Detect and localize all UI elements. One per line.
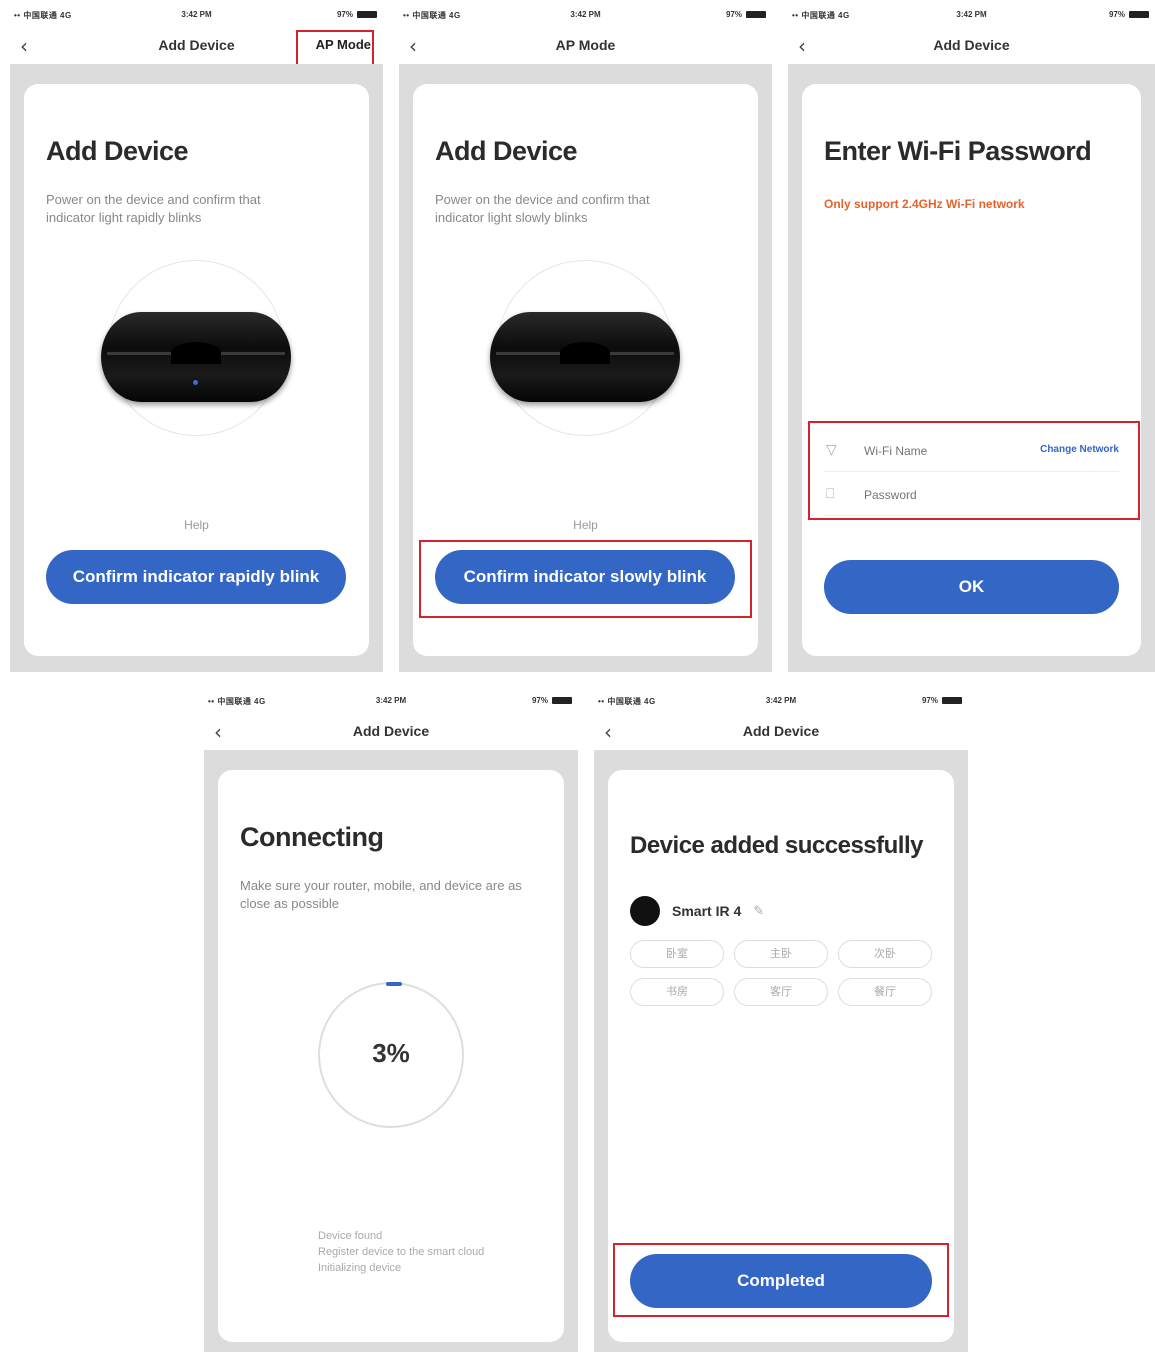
content-background: Add Device Power on the device and confi… (10, 64, 383, 672)
battery-icon (357, 11, 377, 18)
time-label: 3:42 PM (956, 10, 987, 19)
battery-indicator: 97% (337, 10, 377, 19)
status-bar: •• 中国联通 4G 3:42 PM 97% (204, 692, 578, 712)
confirm-rapid-blink-button[interactable]: Confirm indicator rapidly blink (46, 550, 346, 604)
step-item: Initializing device (318, 1262, 402, 1274)
page-title: Connecting (240, 822, 384, 852)
nav-bar: ‹ AP Mode (399, 28, 772, 64)
room-chip[interactable]: 主卧 (734, 940, 828, 968)
page-title: Add Device (435, 136, 578, 166)
screen-device-added: •• 中国联通 4G 3:42 PM 97% ‹ Add Device Devi… (594, 686, 968, 1352)
room-chip[interactable]: 客厅 (734, 978, 828, 1006)
progress-steps: Device found Register device to the smar… (318, 1228, 484, 1276)
screen-add-device-rapid: •• 中国联通 4G 3:42 PM 97% ‹ Add Device AP M… (10, 0, 383, 672)
device-avatar (630, 896, 660, 926)
status-bar: •• 中国联通 4G 3:42 PM 97% (399, 6, 772, 26)
time-label: 3:42 PM (765, 696, 797, 705)
battery-indicator: 97% (1109, 10, 1149, 19)
highlight-box (808, 421, 1140, 520)
highlight-box (613, 1243, 949, 1317)
time-label: 3:42 PM (375, 696, 407, 705)
nav-title: AP Mode (555, 37, 616, 53)
battery-label: 97% (531, 696, 548, 705)
nav-bar: ‹ Add Device (204, 714, 578, 750)
room-selector: 卧室 主卧 次卧 书房 客厅 餐厅 (630, 940, 932, 1006)
battery-icon (746, 11, 766, 18)
battery-label: 97% (921, 696, 938, 705)
status-bar: •• 中国联通 4G 3:42 PM 97% (10, 6, 383, 26)
page-title: Enter Wi-Fi Password (824, 136, 1092, 166)
screen-connecting: •• 中国联通 4G 3:42 PM 97% ‹ Add Device Conn… (204, 686, 578, 1352)
status-bar: •• 中国联通 4G 3:42 PM 97% (594, 692, 968, 712)
room-chip[interactable]: 餐厅 (838, 978, 932, 1006)
battery-label: 97% (336, 10, 353, 19)
content-card: Add Device Power on the device and confi… (24, 84, 369, 656)
wifi-warning-text: Only support 2.4GHz Wi-Fi network (824, 197, 1025, 211)
instruction-text: Power on the device and confirm that ind… (46, 192, 261, 225)
battery-indicator: 97% (922, 696, 962, 705)
nav-title: Add Device (933, 37, 1010, 53)
nav-bar: ‹ Add Device (788, 28, 1155, 64)
nav-title: Add Device (352, 723, 430, 739)
progress-arc (386, 982, 402, 986)
time-label: 3:42 PM (181, 10, 212, 19)
status-bar: •• 中国联通 4G 3:42 PM 97% (788, 6, 1155, 26)
battery-label: 97% (1108, 10, 1125, 19)
device-row: Smart IR 4 ✎ (630, 896, 764, 926)
battery-icon (552, 697, 572, 704)
room-chip[interactable]: 次卧 (838, 940, 932, 968)
room-chip[interactable]: 卧室 (630, 940, 724, 968)
battery-label: 97% (725, 10, 742, 19)
step-item: Register device to the smart cloud (318, 1246, 485, 1258)
ok-button[interactable]: OK (824, 560, 1119, 614)
content-background: Connecting Make sure your router, mobile… (204, 750, 578, 1352)
indicator-led (193, 380, 198, 385)
content-card: Connecting Make sure your router, mobile… (218, 770, 564, 1342)
help-link[interactable]: Help (24, 518, 369, 532)
battery-icon (942, 697, 962, 704)
help-link[interactable]: Help (413, 518, 758, 532)
highlight-box (419, 540, 752, 618)
page-title: Add Device (46, 136, 189, 166)
instruction-text: Make sure your router, mobile, and devic… (240, 878, 522, 911)
content-background: Enter Wi-Fi Password Only support 2.4GHz… (788, 64, 1155, 672)
progress-ring: 3% (318, 982, 464, 1128)
page-title: Device added successfully (630, 832, 923, 859)
content-card: Enter Wi-Fi Password Only support 2.4GHz… (802, 84, 1141, 656)
ir-device-image (101, 312, 291, 402)
screen-add-device-slow: •• 中国联通 4G 3:42 PM 97% ‹ AP Mode Add Dev… (399, 0, 772, 672)
edit-pencil-icon[interactable]: ✎ (753, 904, 764, 919)
device-name: Smart IR 4 (672, 903, 742, 919)
battery-icon (1129, 11, 1149, 18)
ir-device-image (490, 312, 680, 402)
battery-indicator: 97% (532, 696, 572, 705)
progress-percent: 3% (372, 1038, 410, 1068)
nav-title: Add Device (742, 723, 820, 739)
screen-enter-wifi-password: •• 中国联通 4G 3:42 PM 97% ‹ Add Device Ente… (788, 0, 1155, 672)
step-item: Device found (318, 1230, 383, 1242)
instruction-text: Power on the device and confirm that ind… (435, 192, 650, 225)
room-chip[interactable]: 书房 (630, 978, 724, 1006)
battery-indicator: 97% (726, 10, 766, 19)
nav-bar: ‹ Add Device (594, 714, 968, 750)
time-label: 3:42 PM (570, 10, 601, 19)
